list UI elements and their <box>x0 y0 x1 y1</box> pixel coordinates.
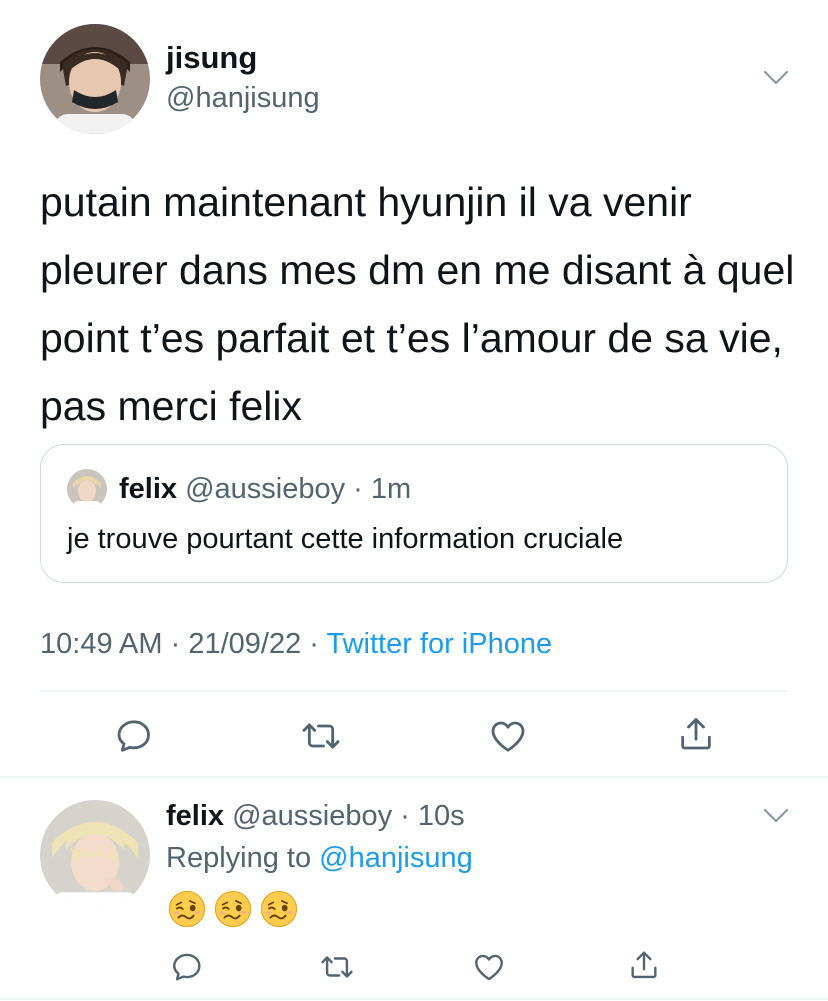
like-icon[interactable] <box>472 950 506 984</box>
divider <box>0 776 828 778</box>
quote-avatar <box>67 469 107 509</box>
divider <box>40 690 788 692</box>
quote-author-name: felix <box>119 473 178 505</box>
reply-avatar[interactable] <box>40 800 150 910</box>
share-icon[interactable] <box>676 714 716 754</box>
woozy-face-emoji <box>168 890 206 928</box>
reply-author-name[interactable]: felix <box>166 800 224 832</box>
tweet-date: 21/09/22 <box>188 628 302 660</box>
retweet-icon[interactable] <box>320 950 354 984</box>
reply-time: 10s <box>417 800 465 832</box>
retweet-icon[interactable] <box>301 716 341 756</box>
reply-icon[interactable] <box>114 716 154 756</box>
chevron-down-icon[interactable] <box>763 808 789 824</box>
quote-author-handle: @aussieboy <box>185 473 346 505</box>
avatar[interactable] <box>40 24 150 134</box>
divider <box>0 998 828 1000</box>
author-name[interactable]: jisung <box>166 40 257 76</box>
tweet-time: 10:49 AM <box>40 628 163 660</box>
woozy-face-emoji <box>260 890 298 928</box>
share-icon[interactable] <box>627 948 661 982</box>
quote-time: 1m <box>370 473 412 505</box>
author-handle[interactable]: @hanjisung <box>166 82 320 115</box>
tweet-source[interactable]: Twitter for iPhone <box>326 628 552 660</box>
woozy-face-emoji <box>214 890 252 928</box>
reply-author-handle[interactable]: @aussieboy <box>232 800 392 832</box>
like-icon[interactable] <box>488 716 528 756</box>
quote-header: felix @aussieboy · 1m <box>119 473 411 506</box>
chevron-down-icon[interactable] <box>763 70 789 86</box>
reply-icon[interactable] <box>170 950 204 984</box>
tweet-text: putain maintenant hyunjin il va venir pl… <box>40 179 795 429</box>
tweet-meta: 10:49 AM · 21/09/22 · Twitter for iPhone <box>40 628 552 661</box>
reply-emojis <box>168 890 298 928</box>
replying-mention[interactable]: @hanjisung <box>319 842 473 874</box>
quote-separator: · <box>345 473 371 505</box>
meta-separator: · <box>301 628 327 660</box>
quote-tweet-card[interactable]: felix @aussieboy · 1m je trouve pourtant… <box>40 444 788 583</box>
replying-prefix: Replying to <box>166 842 320 874</box>
replying-to: Replying to @hanjisung <box>166 842 473 875</box>
reply-separator: · <box>392 800 418 832</box>
meta-separator: · <box>162 628 189 660</box>
quote-text: je trouve pourtant cette information cru… <box>67 523 624 555</box>
reply-header: felix @aussieboy · 10s <box>166 800 465 833</box>
